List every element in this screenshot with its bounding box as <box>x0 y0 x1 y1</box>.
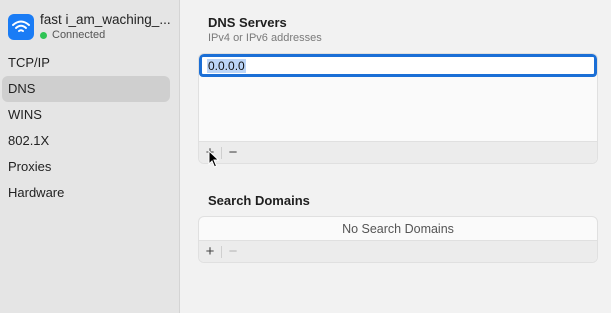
network-status: Connected <box>40 29 105 41</box>
sidebar-list: TCP/IP DNS WINS 802.1X Proxies Hardware <box>2 50 170 206</box>
sidebar-item-proxies[interactable]: Proxies <box>2 154 170 180</box>
sidebar-item-dns[interactable]: DNS <box>2 76 170 102</box>
wifi-icon <box>8 14 34 40</box>
remove-dns-button[interactable]: − <box>222 142 244 164</box>
search-domains-title: Search Domains <box>208 193 310 208</box>
dns-servers-subtitle: IPv4 or IPv6 addresses <box>208 32 322 44</box>
network-header: fast i_am_waching_... Connected <box>8 12 176 44</box>
sidebar-item-8021x[interactable]: 802.1X <box>2 128 170 154</box>
search-domains-list: No Search Domains + − <box>198 216 598 263</box>
sidebar-item-wins[interactable]: WINS <box>2 102 170 128</box>
add-dns-button[interactable]: + <box>199 142 221 164</box>
sidebar-item-hardware[interactable]: Hardware <box>2 180 170 206</box>
sidebar: fast i_am_waching_... Connected TCP/IP D… <box>0 0 180 313</box>
dns-toolbar: + − <box>199 141 597 163</box>
add-search-domain-button[interactable]: + <box>199 241 221 263</box>
search-domains-empty: No Search Domains <box>342 222 454 236</box>
status-dot-icon <box>40 31 47 39</box>
search-domains-toolbar: + − <box>199 240 597 262</box>
dns-entry-field[interactable]: 0.0.0.0 <box>199 54 597 77</box>
dns-servers-list: 0.0.0.0 + − <box>198 53 598 164</box>
network-name: fast i_am_waching_... <box>40 12 171 27</box>
dns-servers-title: DNS Servers <box>208 15 287 30</box>
sidebar-item-tcpip[interactable]: TCP/IP <box>2 50 170 76</box>
main-panel: DNS Servers IPv4 or IPv6 addresses 0.0.0… <box>181 0 611 313</box>
remove-search-domain-button[interactable]: − <box>222 241 244 263</box>
network-status-label: Connected <box>52 29 106 41</box>
dns-entry-value[interactable]: 0.0.0.0 <box>207 59 246 73</box>
